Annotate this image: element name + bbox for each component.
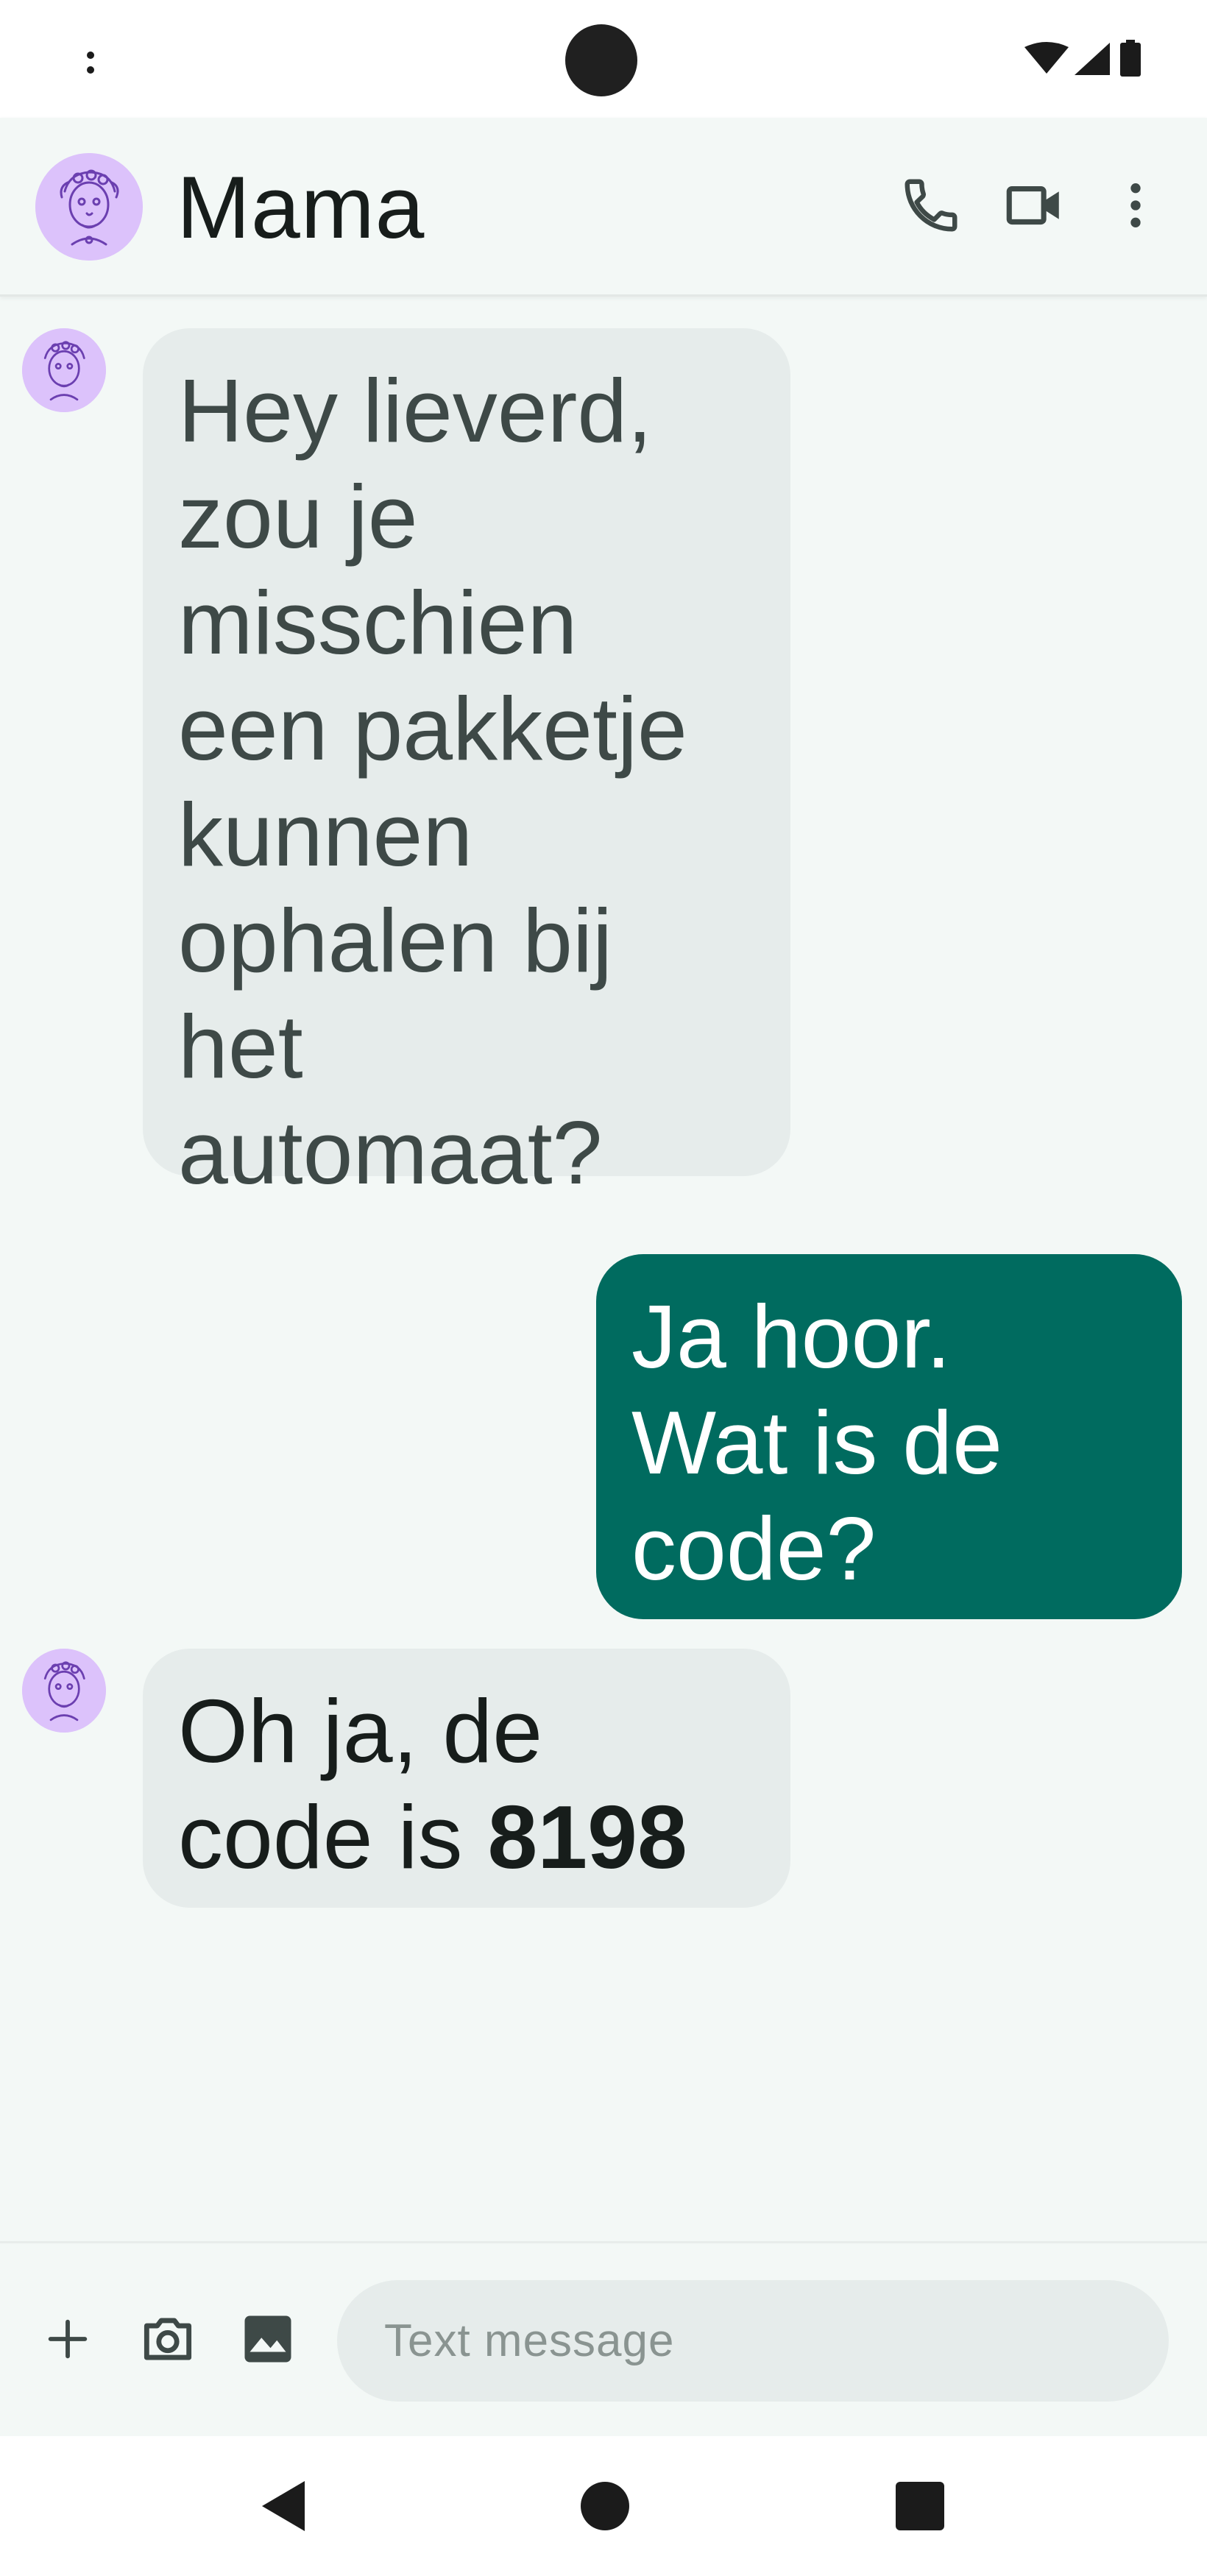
message-line: Oh ja, de [178, 1681, 543, 1781]
message-text: code is [178, 1787, 488, 1887]
message-line: het [178, 997, 303, 1097]
recents-icon [896, 2482, 944, 2530]
battery-icon [1120, 40, 1141, 77]
camera-cutout [565, 24, 637, 96]
avatar-illustration-icon [35, 153, 143, 261]
recents-button[interactable] [876, 2462, 964, 2550]
back-button[interactable] [239, 2462, 328, 2550]
verification-code: 8198 [487, 1787, 687, 1887]
more-vert-icon [1130, 183, 1141, 227]
message-line: ophalen bij [178, 891, 613, 991]
conversation-app-bar: Mama [0, 118, 1207, 297]
message-bubble-outgoing[interactable]: Ja hoor. Wat is de code? [596, 1254, 1182, 1619]
message-line: Hey lieverd, [178, 361, 653, 461]
message-line: code? [631, 1498, 877, 1599]
message-line: automaat? [178, 1103, 603, 1203]
home-icon [581, 2482, 629, 2530]
status-icons [1023, 38, 1155, 81]
message-composer [0, 2241, 1207, 2438]
back-icon [262, 2481, 305, 2531]
add-icon [48, 2319, 88, 2359]
sender-avatar[interactable] [22, 1649, 106, 1733]
message-input[interactable] [337, 2280, 1169, 2402]
system-navigation-bar [0, 2436, 1207, 2576]
message-line: misschien [178, 573, 578, 673]
messaging-screen: Mama Hey lieverd, zou je misschien een p… [0, 0, 1207, 2576]
message-line: kunnen [178, 785, 473, 885]
message-list: Hey lieverd, zou je misschien een pakket… [0, 294, 1207, 2237]
camera-icon [144, 2318, 192, 2360]
message-line: zou je [178, 467, 418, 567]
phone-call-button[interactable] [891, 165, 971, 246]
gallery-button[interactable] [231, 2302, 305, 2376]
message-line: code is 8198 [178, 1784, 755, 1890]
cell-signal-icon [1075, 43, 1110, 75]
wifi-icon [1024, 42, 1069, 74]
message-bubble-incoming[interactable]: Hey lieverd, zou je misschien een pakket… [143, 328, 790, 1203]
home-button[interactable] [561, 2462, 649, 2550]
add-attachment-button[interactable] [31, 2302, 105, 2376]
camera-button[interactable] [131, 2302, 205, 2376]
overflow-dots-icon [87, 47, 96, 77]
message-bubble-incoming[interactable]: Oh ja, de code is 8198 [143, 1649, 790, 1908]
message-line: Ja hoor. [631, 1287, 952, 1387]
avatar-illustration-icon [22, 328, 106, 412]
message-line: een pakketje [178, 679, 687, 779]
phone-icon [905, 179, 958, 232]
message-line: Wat is de [631, 1393, 1002, 1493]
video-call-icon [1006, 185, 1059, 225]
video-call-button[interactable] [994, 165, 1075, 246]
gallery-icon [244, 2315, 291, 2363]
status-bar [0, 0, 1207, 118]
avatar-illustration-icon [22, 1649, 106, 1733]
contact-avatar[interactable] [35, 153, 143, 261]
sender-avatar[interactable] [22, 328, 106, 412]
contact-name: Mama [177, 158, 425, 257]
more-options-button[interactable] [1095, 165, 1176, 246]
